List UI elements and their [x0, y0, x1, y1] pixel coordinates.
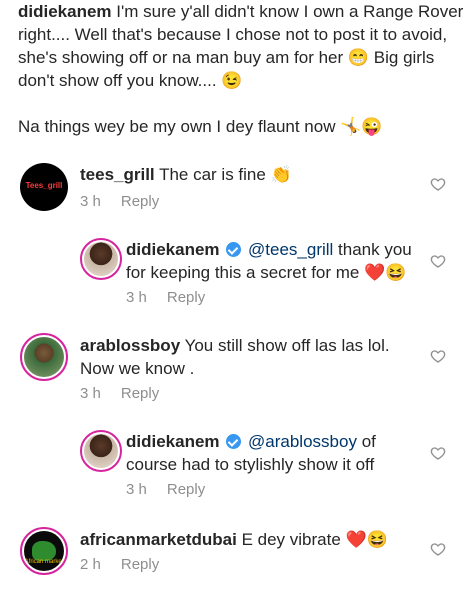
comment-meta: 2 h Reply [80, 556, 159, 573]
comment-username[interactable]: didiekanem [126, 432, 220, 451]
avatar-label: African market [24, 559, 64, 565]
comment-text: didiekanem @arablossboy of course had to… [126, 430, 416, 476]
comment-body: The car is fine 👏 [159, 165, 292, 184]
reply-button[interactable]: Reply [167, 289, 205, 306]
comment-username[interactable]: didiekanem [126, 240, 220, 259]
comment-time: 3 h [126, 289, 147, 306]
comment-text: didiekanem @tees_grill thank you for kee… [126, 238, 416, 284]
comment-meta: 3 h Reply [80, 193, 159, 210]
verified-badge-icon [226, 434, 242, 449]
heart-outline-icon[interactable] [430, 445, 446, 461]
comment-text: africanmarketdubai E dey vibrate ❤️😆 [80, 528, 420, 551]
mention-link[interactable]: @arablossboy [248, 432, 357, 451]
comment-meta: 3 h Reply [126, 481, 205, 498]
post-caption: didiekanem I'm sure y'all didn't know I … [18, 0, 466, 138]
comment-time: 2 h [80, 556, 101, 573]
comment-text: tees_grill The car is fine 👏 [80, 163, 420, 186]
comment-username[interactable]: africanmarketdubai [80, 530, 237, 549]
reply-button[interactable]: Reply [121, 556, 159, 573]
comment-time: 3 h [80, 193, 101, 210]
comment-text: arablossboy You still show off las las l… [80, 334, 420, 380]
mention-link[interactable]: @tees_grill [248, 240, 333, 259]
heart-outline-icon[interactable] [430, 348, 446, 364]
avatar[interactable] [80, 238, 122, 280]
reply-button[interactable]: Reply [167, 481, 205, 498]
comment-username[interactable]: arablossboy [80, 336, 180, 355]
comment-time: 3 h [126, 481, 147, 498]
reply-button[interactable]: Reply [121, 385, 159, 402]
comment-username[interactable]: tees_grill [80, 165, 155, 184]
avatar[interactable] [80, 430, 122, 472]
avatar-label: Tees_grill [25, 181, 63, 190]
comment-meta: 3 h Reply [126, 289, 205, 306]
comment-time: 3 h [80, 385, 101, 402]
avatar[interactable]: Tees_grill [20, 163, 68, 211]
caption-text-2: Na things wey be my own I dey flaunt now… [18, 117, 383, 136]
caption-username[interactable]: didiekanem [18, 2, 112, 21]
heart-outline-icon[interactable] [430, 176, 446, 192]
verified-badge-icon [226, 242, 242, 257]
comment-body: E dey vibrate ❤️😆 [241, 530, 388, 549]
reply-button[interactable]: Reply [121, 193, 159, 210]
comment-meta: 3 h Reply [80, 385, 159, 402]
avatar[interactable] [20, 333, 68, 381]
heart-outline-icon[interactable] [430, 253, 446, 269]
heart-outline-icon[interactable] [430, 541, 446, 557]
avatar[interactable]: African market [20, 527, 68, 575]
